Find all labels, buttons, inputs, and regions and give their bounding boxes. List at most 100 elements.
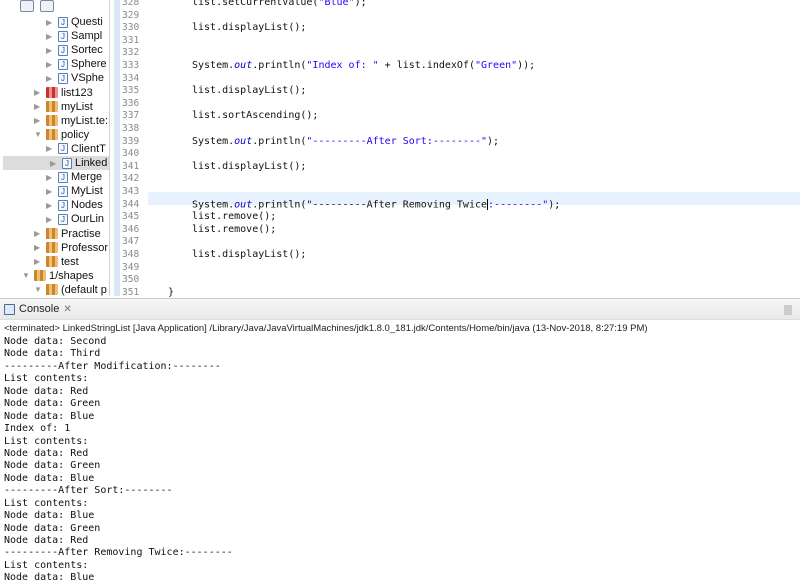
tree-item[interactable]: ▼ policy <box>34 128 89 142</box>
collapsed-arrow-icon[interactable]: ▶ <box>46 201 55 210</box>
tree-item[interactable]: ▶ J Merge <box>46 170 102 184</box>
code-line[interactable]: System.out.println("Index of: " + list.i… <box>192 60 535 72</box>
console-line: Node data: Red <box>4 447 89 459</box>
tree-item-label: Professor <box>61 241 109 254</box>
console-line: List contents: <box>4 435 89 447</box>
line-number: 338 <box>122 123 140 134</box>
tree-item-label: Linked <box>75 157 108 169</box>
collapsed-arrow-icon[interactable]: ▶ <box>46 215 55 224</box>
collapsed-arrow-icon[interactable]: ▶ <box>34 229 43 238</box>
package-icon <box>46 129 58 141</box>
collapse-all-icon[interactable] <box>20 0 34 12</box>
java-file-icon: J <box>58 30 68 42</box>
collapsed-arrow-icon[interactable]: ▶ <box>50 159 59 168</box>
java-file-icon: J <box>58 199 68 211</box>
package-icon <box>46 228 58 239</box>
code-line[interactable]: list.displayList(); <box>192 161 306 173</box>
console-status: <terminated> LinkedStringList [Java Appl… <box>4 323 648 334</box>
collapsed-arrow-icon[interactable]: ▶ <box>46 32 55 41</box>
java-file-icon: J <box>58 171 68 183</box>
tree-item[interactable]: ▶ test <box>34 255 79 269</box>
collapsed-arrow-icon[interactable]: ▶ <box>34 102 43 111</box>
code-line[interactable]: } <box>168 287 174 299</box>
console-output[interactable]: Node data: Second Node data: Third -------… <box>4 336 233 585</box>
tree-item-label: VSphe <box>71 72 105 85</box>
collapsed-arrow-icon[interactable]: ▶ <box>34 257 43 266</box>
tree-item[interactable]: ▶ J Sortec <box>46 43 103 57</box>
link-with-editor-icon[interactable] <box>40 0 54 12</box>
line-number: 345 <box>122 211 140 223</box>
collapsed-arrow-icon[interactable]: ▶ <box>46 46 55 55</box>
tree-item[interactable]: ▶ list123 <box>34 86 93 100</box>
collapsed-arrow-icon[interactable]: ▶ <box>46 18 55 27</box>
console-tab[interactable]: Console ✕ <box>4 303 72 315</box>
package-icon <box>46 101 58 113</box>
console-line: Node data: Blue <box>4 510 95 522</box>
expanded-arrow-icon[interactable]: ▼ <box>22 271 31 280</box>
code-line[interactable]: list.displayList(); <box>192 85 306 97</box>
code-line[interactable]: list.sortAscending(); <box>192 110 318 122</box>
line-number: 351 <box>122 286 140 298</box>
tree-item-label: (default p <box>61 283 107 296</box>
editor-gutter <box>114 0 120 296</box>
expanded-arrow-icon[interactable]: ▼ <box>34 285 43 294</box>
collapsed-arrow-icon[interactable]: ▶ <box>34 243 43 252</box>
tree-item[interactable]: ▶ myList.te: <box>34 114 108 128</box>
expanded-arrow-icon[interactable]: ▼ <box>34 130 43 139</box>
code-line[interactable]: list.setCurrentValue("Blue"); <box>192 0 367 9</box>
code-editor[interactable]: 328 list.setCurrentValue("Blue"); 329 330 li… <box>112 0 800 299</box>
console-line: Node data: Green <box>4 460 101 472</box>
console-line: ---------After Removing Twice:-------- <box>4 547 233 559</box>
close-x-icon[interactable]: ✕ <box>63 304 71 315</box>
minimize-button[interactable] <box>784 305 792 315</box>
tree-item[interactable]: ▶ J VSphe <box>46 71 104 85</box>
tree-item-label: policy <box>61 128 90 141</box>
tree-item[interactable]: ▶ J Linked <box>3 156 109 170</box>
collapsed-arrow-icon[interactable]: ▶ <box>34 88 43 97</box>
collapsed-arrow-icon[interactable]: ▶ <box>46 187 55 196</box>
tree-item[interactable]: ▶ J Nodes <box>46 198 103 212</box>
console-line: Node data: Green <box>4 398 101 410</box>
package-icon <box>46 115 58 127</box>
collapsed-arrow-icon[interactable]: ▶ <box>46 74 55 83</box>
line-number: 335 <box>122 85 140 97</box>
line-number: 350 <box>122 274 140 286</box>
tree-item-label: Sphere <box>71 58 107 71</box>
console-header: Console ✕ <box>0 298 800 320</box>
tree-item[interactable]: ▶ J ClientT <box>46 142 106 156</box>
collapsed-arrow-icon[interactable]: ▶ <box>46 60 55 69</box>
tree-item-label: 1/shapes <box>49 269 94 282</box>
tree-item[interactable]: ▶ J Sampl <box>46 29 102 43</box>
console-line: Node data: Second <box>4 336 107 347</box>
line-number: 347 <box>122 236 140 248</box>
console-line: Node data: Blue <box>4 472 95 484</box>
collapsed-arrow-icon[interactable]: ▶ <box>46 144 55 153</box>
tree-item-label: Sortec <box>71 44 103 57</box>
code-line[interactable]: list.displayList(); <box>192 249 306 261</box>
console-line: List contents: <box>4 373 89 385</box>
explorer-toolbar <box>20 0 54 12</box>
code-line[interactable]: System.out.println("---------After Remov… <box>192 198 560 211</box>
tree-item[interactable]: ▶ Professor <box>34 241 108 255</box>
tree-item-label: Nodes <box>71 199 103 212</box>
tree-item[interactable]: ▼ 1/shapes <box>22 269 94 283</box>
line-number: 331 <box>122 34 140 46</box>
tree-item[interactable]: ▶ J MyList <box>46 184 103 198</box>
tree-item[interactable]: ▶ myList <box>34 100 93 114</box>
console-line: Node data: Blue <box>4 410 95 422</box>
tree-item[interactable]: ▶ J Questi <box>46 15 103 29</box>
package-icon <box>46 284 58 296</box>
line-number: 348 <box>122 249 140 260</box>
tree-item[interactable]: ▶ Practise <box>34 227 101 241</box>
code-line[interactable]: System.out.println("---------After Sort:… <box>192 136 499 148</box>
collapsed-arrow-icon[interactable]: ▶ <box>34 116 43 125</box>
collapsed-arrow-icon[interactable]: ▶ <box>46 173 55 182</box>
console-icon <box>4 303 15 315</box>
tree-item[interactable]: ▶ J Sphere <box>46 57 106 71</box>
tree-item[interactable]: ▼ (default p <box>34 283 107 296</box>
line-number: 329 <box>122 9 140 21</box>
code-line[interactable]: list.displayList(); <box>192 22 306 34</box>
code-line[interactable]: list.remove(); <box>192 224 276 236</box>
tree-item[interactable]: ▶ J OurLin <box>46 212 104 226</box>
code-line[interactable]: list.remove(); <box>192 211 276 223</box>
